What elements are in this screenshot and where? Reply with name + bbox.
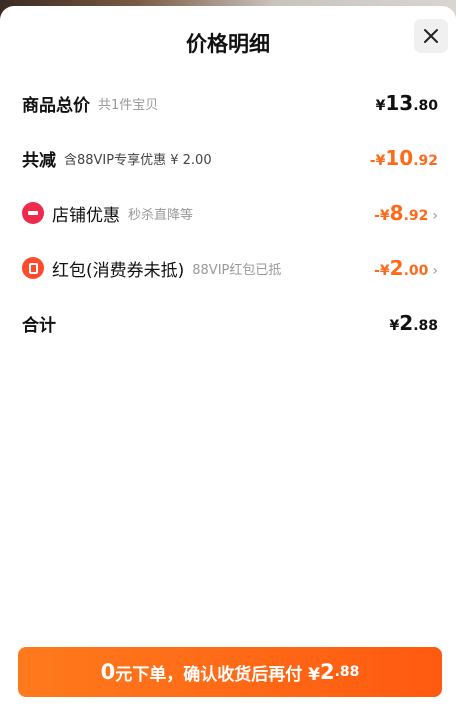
red-packet-dec: .00: [403, 263, 429, 279]
subtotal-int: 13: [385, 91, 414, 115]
red-packet-icon: [22, 257, 44, 279]
red-packet-int: 2: [389, 256, 404, 280]
shop-discount-prefix: -¥: [374, 208, 390, 224]
close-icon: [424, 29, 438, 43]
red-packet-prefix: -¥: [374, 263, 390, 279]
total-amount: ¥ 2 .88: [390, 311, 438, 335]
price-detail-sheet: 价格明细 商品总价 共1件宝贝 ¥ 13 .80 共减 含88VIP专享优惠 ¥…: [0, 6, 456, 715]
red-packet-label: 红包(消费券未抵): [52, 260, 185, 281]
red-packet-row[interactable]: 红包(消费券未抵) 88VIP红包已抵 -¥ 2 .00 ›: [22, 252, 438, 284]
total-currency: ¥: [389, 318, 400, 334]
shop-discount-note: 秒杀直降等: [128, 207, 194, 223]
chevron-right-icon: ›: [432, 208, 438, 224]
red-packet-amount: -¥ 2 .00 ›: [374, 256, 438, 280]
total-label: 合计: [22, 315, 56, 336]
place-order-button[interactable]: 0 元下单，确认收货后再付 ¥ 2 .88: [18, 647, 442, 697]
total-dec: .88: [413, 318, 438, 334]
shop-discount-int: 8: [389, 201, 404, 225]
cta-zero: 0: [100, 660, 116, 684]
subtotal-currency: ¥: [375, 98, 386, 114]
reduction-prefix: -¥: [369, 153, 386, 169]
red-packet-note: 88VIP红包已抵: [192, 262, 282, 278]
shop-discount-icon: [22, 202, 44, 224]
total-row: 合计 ¥ 2 .88: [22, 307, 438, 339]
shop-discount-dec: .92: [403, 208, 429, 224]
reduction-amount: -¥ 10 .92: [370, 146, 438, 170]
subtotal-row: 商品总价 共1件宝贝 ¥ 13 .80: [22, 87, 438, 119]
page-title: 价格明细: [186, 32, 270, 56]
cta-int: 2: [319, 660, 335, 684]
shop-discount-label: 店铺优惠: [52, 205, 120, 226]
reduction-row: 共减 含88VIP专享优惠 ¥ 2.00 -¥ 10 .92: [22, 142, 438, 174]
subtotal-label: 商品总价: [22, 95, 90, 116]
reduction-note: 含88VIP专享优惠 ¥ 2.00: [64, 152, 212, 168]
shop-discount-amount: -¥ 8 .92 ›: [374, 201, 438, 225]
chevron-right-icon: ›: [432, 263, 438, 279]
subtotal-note: 共1件宝贝: [98, 97, 159, 113]
close-button[interactable]: [414, 19, 448, 53]
reduction-label: 共减: [22, 150, 56, 171]
shop-discount-row[interactable]: 店铺优惠 秒杀直降等 -¥ 8 .92 ›: [22, 197, 438, 229]
reduction-int: 10: [385, 146, 414, 170]
cta-text: 元下单，确认收货后再付 ¥: [115, 664, 320, 685]
subtotal-dec: .80: [413, 98, 438, 114]
reduction-dec: .92: [413, 153, 438, 169]
cta-dec: .88: [334, 664, 360, 680]
subtotal-amount: ¥ 13 .80: [376, 91, 438, 115]
total-int: 2: [399, 311, 414, 335]
